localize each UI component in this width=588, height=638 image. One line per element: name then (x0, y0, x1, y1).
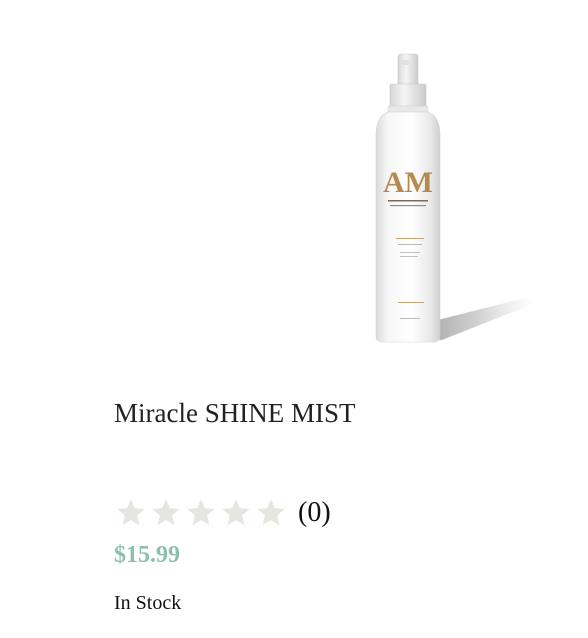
star-icon (152, 499, 180, 526)
stock-status: In Stock (114, 592, 182, 614)
star-rating (114, 496, 288, 530)
product-card: AM Miracle SHINE MIST (0) $15.99 In Stoc… (0, 0, 588, 638)
review-count: (0) (298, 497, 331, 528)
price: $15.99 (114, 542, 180, 568)
product-image[interactable]: AM (350, 40, 550, 360)
product-title[interactable]: Miracle SHINE MIST (114, 397, 355, 429)
star-icon (257, 499, 285, 526)
brand-monogram: AM (383, 166, 433, 199)
shine-mist-bottle-icon: AM (375, 53, 538, 343)
star-icon (222, 499, 250, 526)
star-icon (117, 499, 145, 526)
rating[interactable]: (0) (114, 493, 331, 533)
star-icon (187, 499, 215, 526)
